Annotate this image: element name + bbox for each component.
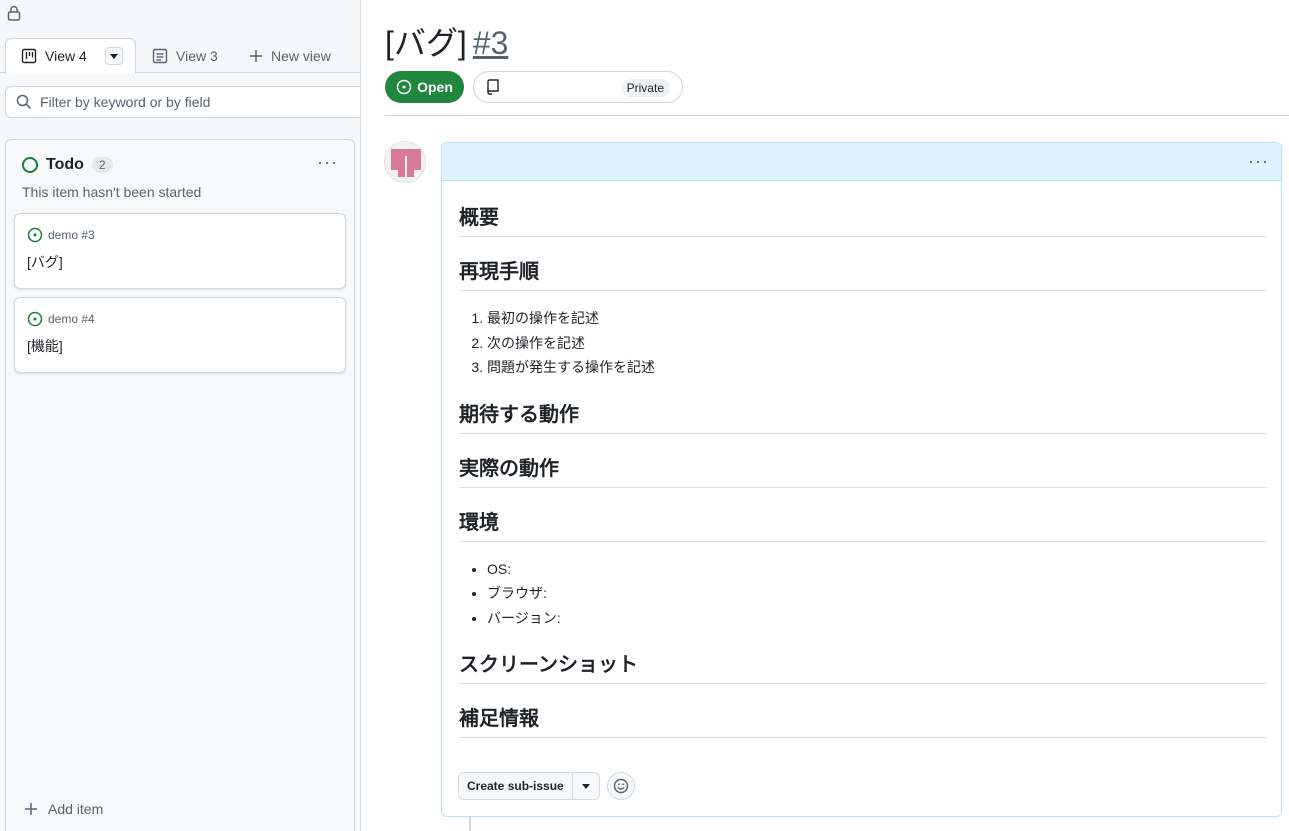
comment-header: ··· bbox=[442, 143, 1281, 181]
environment-list: OS: ブラウザ: バージョン: bbox=[487, 557, 1267, 631]
filter-placeholder: Filter by keyword or by field bbox=[40, 94, 211, 110]
issue-number-link[interactable]: #3 bbox=[473, 25, 509, 61]
add-item-button[interactable]: Add item bbox=[24, 801, 103, 817]
plus-icon bbox=[250, 49, 262, 62]
list-item: 問題が発生する操作を記述 bbox=[487, 355, 1267, 380]
board-card[interactable]: demo #3 [バグ] bbox=[14, 213, 346, 289]
list-item: 次の操作を記述 bbox=[487, 331, 1267, 356]
project-board-pane: View 4 View 3 New view Filter by keyword… bbox=[0, 0, 361, 831]
board-icon bbox=[21, 48, 37, 64]
header-divider bbox=[385, 115, 1289, 116]
triangle-down-icon bbox=[581, 783, 590, 789]
new-view-label: New view bbox=[271, 47, 331, 64]
issue-title-text: [バグ] bbox=[385, 25, 467, 61]
heading-overview: 概要 bbox=[459, 201, 1267, 237]
status-circle-icon bbox=[22, 157, 38, 173]
heading-repro-steps: 再現手順 bbox=[459, 255, 1267, 291]
issue-opened-icon bbox=[27, 311, 43, 327]
triangle-down-icon bbox=[109, 53, 118, 59]
repo-icon bbox=[487, 79, 499, 95]
repro-steps-list: 最初の操作を記述 次の操作を記述 問題が発生する操作を記述 bbox=[487, 306, 1267, 380]
repository-pill[interactable]: Private bbox=[473, 71, 683, 103]
plus-icon bbox=[25, 803, 37, 815]
tab-view-4[interactable]: View 4 bbox=[5, 38, 136, 74]
tab-label: View 4 bbox=[45, 48, 87, 64]
card-ref: demo #3 bbox=[27, 227, 95, 243]
list-item: ブラウザ: bbox=[487, 581, 1267, 606]
card-ref: demo #4 bbox=[27, 311, 95, 327]
add-item-label: Add item bbox=[48, 801, 104, 817]
tab-label: View 3 bbox=[176, 47, 218, 64]
board-column-todo: Todo 2 ··· This item hasn't been started… bbox=[5, 139, 355, 831]
card-title[interactable]: [機能] bbox=[27, 336, 63, 356]
identicon-icon bbox=[385, 142, 425, 182]
search-icon bbox=[16, 94, 32, 110]
issue-body-comment: ··· 概要 再現手順 最初の操作を記述 次の操作を記述 問題が発生する操作を記… bbox=[441, 142, 1282, 817]
list-item: OS: bbox=[487, 557, 1267, 582]
issue-state-badge: Open bbox=[385, 71, 464, 103]
column-title: Todo bbox=[46, 156, 84, 173]
list-item: 最初の操作を記述 bbox=[487, 306, 1267, 331]
lock-icon bbox=[7, 5, 21, 21]
card-title[interactable]: [バグ] bbox=[27, 252, 63, 272]
heading-environment: 環境 bbox=[459, 506, 1267, 542]
heading-actual: 実際の動作 bbox=[459, 452, 1267, 488]
card-ref-text: demo #3 bbox=[48, 228, 95, 242]
column-count-badge: 2 bbox=[91, 157, 113, 173]
table-icon bbox=[152, 48, 168, 63]
markdown-body: 概要 再現手順 最初の操作を記述 次の操作を記述 問題が発生する操作を記述 期待… bbox=[459, 181, 1267, 738]
issue-opened-icon bbox=[27, 227, 43, 243]
list-item: バージョン: bbox=[487, 606, 1267, 631]
comment-more-icon[interactable]: ··· bbox=[1248, 151, 1269, 172]
issue-state-label: Open bbox=[417, 79, 453, 95]
board-card[interactable]: demo #4 [機能] bbox=[14, 297, 346, 373]
column-description: This item hasn't been started bbox=[22, 184, 202, 200]
card-ref-text: demo #4 bbox=[48, 312, 95, 326]
view-options-dropdown[interactable] bbox=[104, 47, 123, 65]
add-reaction-button[interactable] bbox=[606, 772, 635, 800]
view-tabs: View 4 View 3 New view bbox=[0, 38, 360, 74]
create-sub-issue-button[interactable]: Create sub-issue bbox=[458, 772, 573, 800]
issue-opened-icon bbox=[396, 79, 412, 95]
heading-notes: 補足情報 bbox=[459, 702, 1267, 738]
new-view-button[interactable]: New view bbox=[249, 38, 331, 73]
column-header: Todo 2 bbox=[22, 156, 113, 174]
timeline-line bbox=[469, 817, 471, 831]
issue-title: [バグ] #3 bbox=[385, 18, 508, 64]
tab-view-3[interactable]: View 3 bbox=[152, 38, 218, 73]
smiley-icon bbox=[613, 778, 628, 794]
visibility-badge: Private bbox=[620, 79, 670, 97]
filter-input[interactable]: Filter by keyword or by field bbox=[5, 86, 360, 118]
avatar[interactable] bbox=[384, 141, 426, 183]
heading-screenshot: スクリーンショット bbox=[459, 648, 1267, 684]
sub-issue-dropdown-button[interactable] bbox=[572, 772, 600, 800]
column-more-icon[interactable]: ··· bbox=[317, 152, 338, 173]
sub-issue-controls: Create sub-issue bbox=[458, 772, 635, 800]
heading-expected: 期待する動作 bbox=[459, 398, 1267, 434]
